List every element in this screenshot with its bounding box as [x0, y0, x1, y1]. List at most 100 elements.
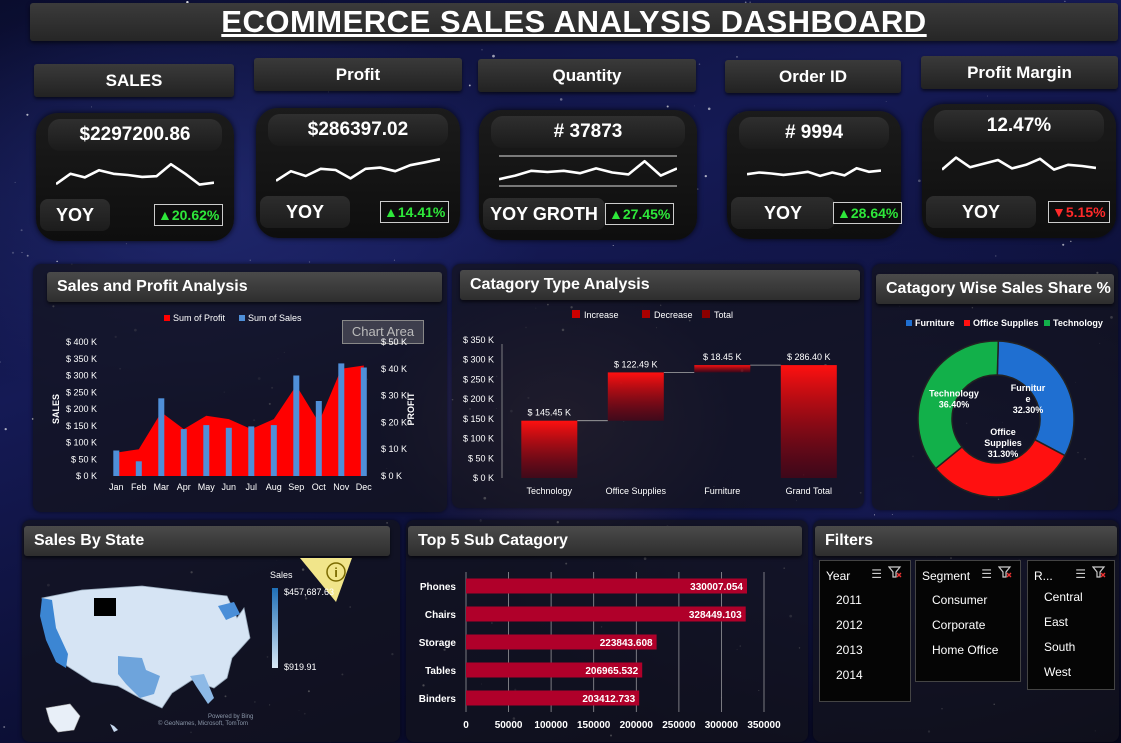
y-category-label: Storage [419, 638, 457, 649]
slicer-2-item[interactable]: South [1044, 640, 1075, 654]
star [696, 188, 699, 190]
slicer-1-item[interactable]: Corporate [932, 618, 985, 632]
sales-bar[interactable] [293, 375, 300, 477]
slicer-0-item[interactable]: 2014 [836, 668, 863, 682]
slicer-2-title: R... [1034, 569, 1053, 583]
clear-filter-icon[interactable] [997, 565, 1012, 579]
kpi-4-sparkline [942, 156, 1096, 171]
sales-bar[interactable] [135, 461, 142, 476]
donut-data-label: Supplies [984, 438, 1022, 448]
clear-filter-icon[interactable] [887, 565, 902, 579]
y2-tick-label: $ 10 K [381, 444, 407, 454]
waterfall-bar[interactable] [694, 365, 751, 373]
map-legend-title: Sales [270, 570, 293, 580]
slicer-0[interactable]: Year ☰ 2011 2012 2013 2014 [819, 560, 911, 702]
category-type-title: Catagory Type Analysis [460, 270, 860, 300]
star [4, 427, 7, 431]
sales-bar[interactable] [270, 425, 277, 476]
donut-legend-label: Furniture [915, 318, 955, 328]
slicer-2-item[interactable]: West [1044, 665, 1071, 679]
legend-label-profit: Sum of Profit [173, 313, 226, 323]
slicer-2-item[interactable]: Central [1044, 590, 1083, 604]
y-category-label: Phones [420, 582, 457, 593]
top5-bar-chart[interactable]: 0 50000 100000 150000 200000 250000 300000 3500… [406, 560, 808, 742]
kpi-2-card[interactable]: # 37873 YOY GROTH ▲27.45% [479, 110, 697, 240]
multi-select-icon[interactable]: ☰ [1075, 567, 1086, 581]
us-state-map[interactable]: i Sales $457,687.63 $919.91 Powered by B… [22, 558, 400, 742]
kpi-0-yoy-value: 20.62% [171, 207, 220, 223]
kpi-0-label: SALES [34, 64, 234, 97]
sales-profit-title: Sales and Profit Analysis [47, 272, 442, 302]
star [327, 91, 329, 93]
map-legend-max: $457,687.63 [284, 587, 334, 597]
sales-bar[interactable] [203, 425, 210, 476]
donut-legend-swatch [906, 320, 912, 326]
y-tick-label: $ 50 K [71, 454, 97, 464]
kpi-4-label: Profit Margin [921, 56, 1118, 89]
x-tick-label: 350000 [747, 720, 781, 731]
star [11, 251, 15, 254]
sales-bar[interactable] [315, 401, 322, 476]
kpi-2-value: # 37873 [491, 116, 685, 148]
slicer-1-item[interactable]: Consumer [932, 593, 987, 607]
slicer-0-item[interactable]: 2013 [836, 643, 863, 657]
sales-bar[interactable] [158, 398, 165, 476]
category-donut-chart[interactable]: Furniture Office Supplies Technology Furnit… [872, 312, 1118, 508]
slicer-1-item[interactable]: Home Office [932, 643, 998, 657]
y-tick-label: $ 100 K [66, 438, 97, 448]
y2-tick-label: $ 30 K [381, 391, 407, 401]
waterfall-bar[interactable] [521, 420, 578, 478]
x-tick-label: 150000 [577, 720, 611, 731]
category-share-panel[interactable]: Catagory Wise Sales Share % Furniture Off… [872, 264, 1118, 510]
kpi-1-card[interactable]: $286397.02 YOY ▲14.41% [256, 108, 460, 238]
legend-swatch-sales [239, 315, 245, 321]
map-powered-by: Powered by Bing [208, 714, 253, 720]
sales-bar[interactable] [338, 363, 345, 476]
x-tick-label: Oct [312, 482, 327, 492]
kpi-4-yoy-label: YOY [926, 196, 1036, 228]
sales-bar[interactable] [225, 427, 232, 476]
arrow-up-icon: ▲ [384, 204, 398, 220]
sales-bar[interactable] [248, 426, 255, 476]
sales-profit-chart[interactable]: Sum of Profit Sum of Sales $ 0 K $ 50 K $ 10… [33, 304, 447, 509]
sales-by-state-title: Sales By State [24, 526, 390, 556]
y-tick-label: $ 0 K [473, 473, 494, 483]
x-tick-label: 50000 [495, 720, 523, 731]
profit-area[interactable] [116, 365, 364, 477]
kpi-4-yoy-value: 5.15% [1065, 204, 1106, 220]
slicer-0-item[interactable]: 2012 [836, 618, 863, 632]
arrow-down-icon: ▼ [1052, 204, 1066, 220]
sales-by-state-panel[interactable]: Sales By State i Sales $457,687.63 $919.… [22, 520, 400, 742]
kpi-4-card[interactable]: 12.47% YOY ▼5.15% [922, 104, 1116, 238]
slicer-2-item[interactable]: East [1044, 615, 1068, 629]
x-tick-label: Dec [356, 482, 373, 492]
sales-bar[interactable] [113, 450, 120, 477]
waterfall-bar[interactable] [780, 365, 837, 478]
sales-bar[interactable] [180, 429, 187, 476]
filters-title: Filters [815, 526, 1117, 556]
slicer-2[interactable]: R... ☰ Central East South West [1027, 560, 1115, 690]
slicer-1[interactable]: Segment ☰ Consumer Corporate Home Office [915, 560, 1021, 682]
multi-select-icon[interactable]: ☰ [981, 567, 992, 581]
kpi-1-yoy-value: 14.41% [397, 204, 446, 220]
top5-panel[interactable]: Top 5 Sub Catagory 0 50000 100000 150000 200… [406, 520, 808, 742]
sales-bar[interactable] [360, 367, 367, 477]
category-type-panel[interactable]: Catagory Type Analysis Increase Decrease T… [452, 264, 864, 508]
waterfall-bar[interactable] [607, 372, 664, 421]
sales-profit-panel[interactable]: Sales and Profit Analysis Chart Area Sum… [33, 264, 447, 512]
kpi-0-card[interactable]: $2297200.86 YOY ▲20.62% [36, 113, 234, 241]
donut-data-label: e [1025, 394, 1030, 404]
slicer-0-item[interactable]: 2011 [836, 593, 862, 607]
kpi-0-yoy-change: ▲20.62% [154, 204, 224, 226]
y-tick-label: $ 150 K [66, 421, 97, 431]
donut-legend-label: Office Supplies [973, 318, 1039, 328]
y-tick-label: $ 200 K [463, 394, 494, 404]
kpi-1-yoy-change: ▲14.41% [380, 201, 450, 223]
multi-select-icon[interactable]: ☰ [871, 567, 882, 581]
category-waterfall-chart[interactable]: Increase Decrease Total $ 0 K $ 50 K $ 100 K $… [452, 304, 864, 504]
map-legend-min: $919.91 [284, 662, 317, 672]
kpi-3-card[interactable]: # 9994 YOY ▲28.64% [727, 111, 903, 239]
x-tick-label: Apr [177, 482, 191, 492]
arrow-up-icon: ▲ [837, 205, 851, 221]
clear-filter-icon[interactable] [1091, 565, 1106, 579]
